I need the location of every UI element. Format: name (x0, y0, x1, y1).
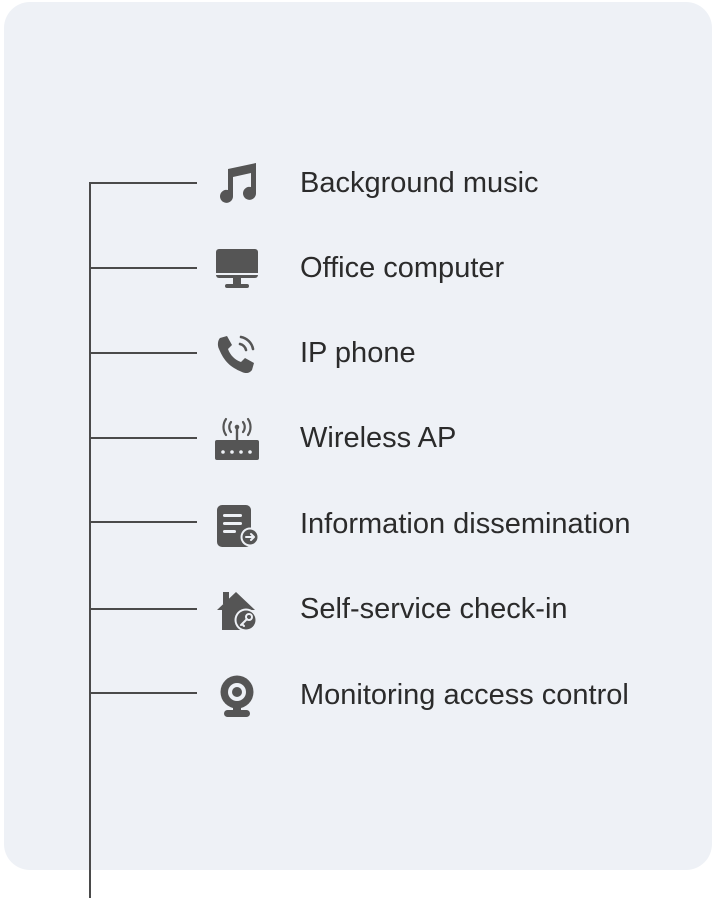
house-key-icon (214, 588, 260, 634)
webcam-icon (214, 673, 260, 719)
branch-line (89, 608, 197, 610)
item-label: Monitoring access control (300, 679, 629, 711)
wireless-router-icon (214, 417, 260, 463)
branch-line (89, 437, 197, 439)
branch-line (89, 352, 197, 354)
item-label: Self-service check-in (300, 593, 568, 625)
item-label: Background music (300, 167, 539, 199)
branch-line (89, 182, 197, 184)
music-note-icon (214, 159, 260, 205)
branch-line (89, 521, 197, 523)
branch-line (89, 267, 197, 269)
phone-icon (214, 331, 260, 377)
item-label: Wireless AP (300, 422, 457, 454)
tree-trunk-line (89, 182, 91, 898)
item-label: IP phone (300, 337, 416, 369)
monitor-icon (214, 246, 260, 292)
document-share-icon (214, 503, 260, 549)
branch-line (89, 692, 197, 694)
item-label: Office computer (300, 252, 505, 284)
item-label: Information dissemination (300, 508, 631, 540)
